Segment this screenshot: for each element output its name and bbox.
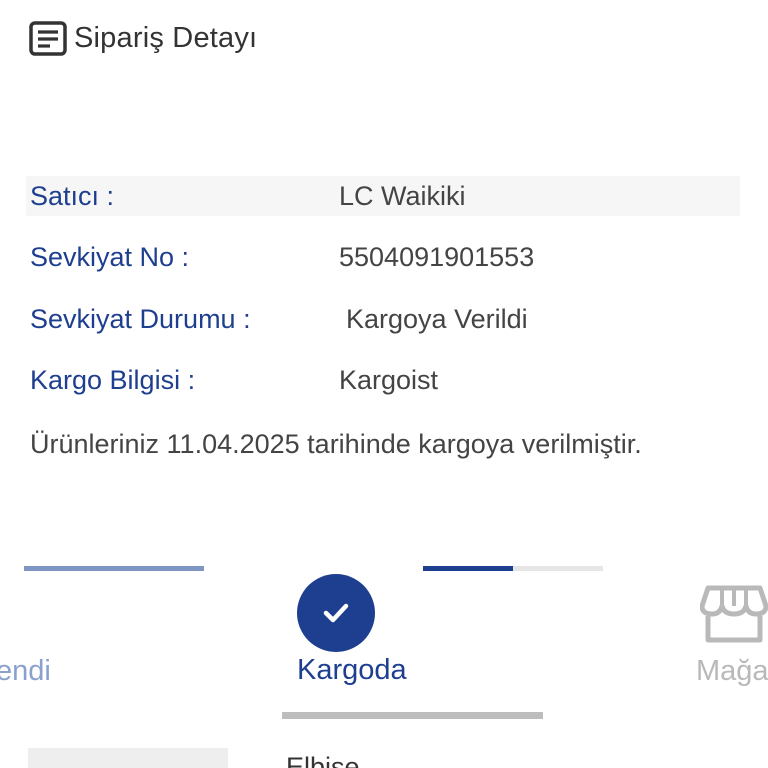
cargo-info-row: Kargo Bilgisi : Kargoist [26, 360, 740, 400]
shipment-no-value: 5504091901553 [339, 241, 535, 272]
seller-row: Satıcı : LC Waikiki [26, 176, 740, 216]
product-name[interactable]: Elbise [286, 752, 360, 768]
document-list-icon [28, 18, 68, 58]
store-icon[interactable] [699, 584, 768, 649]
progress-track-right-fill [423, 566, 513, 571]
shipment-no-label: Sevkiyat No : [30, 241, 190, 272]
page-title: Sipariş Detayı [74, 21, 258, 54]
check-icon [323, 603, 349, 623]
shipment-status-label: Sevkiyat Durumu : [30, 303, 251, 334]
seller-label: Satıcı : [30, 180, 115, 211]
step-label-kargoda[interactable]: Kargoda [297, 654, 407, 687]
shipment-status-value: Kargoya Verildi [346, 303, 528, 334]
product-image[interactable] [28, 748, 228, 768]
seller-value: LC Waikiki [339, 180, 466, 211]
cargo-label: Kargo Bilgisi : [30, 364, 196, 395]
step-label-store[interactable]: Mağa [696, 655, 768, 688]
cargo-value: Kargoist [339, 364, 439, 395]
shipment-message: Ürünleriniz 11.04.2025 tarihinde kargoya… [30, 429, 642, 459]
step-label-previous[interactable]: endi [0, 655, 51, 688]
order-detail-page: Sipariş Detayı Satıcı : LC Waikiki Sevki… [0, 0, 768, 768]
page-header: Sipariş Detayı [28, 18, 257, 58]
shipment-status-row: Sevkiyat Durumu : Kargoya Verildi [26, 299, 740, 339]
progress-track-left [24, 566, 204, 571]
step-active-circle[interactable] [297, 574, 375, 652]
shipment-no-row: Sevkiyat No : 5504091901553 [26, 237, 740, 277]
active-step-underline [282, 712, 543, 719]
